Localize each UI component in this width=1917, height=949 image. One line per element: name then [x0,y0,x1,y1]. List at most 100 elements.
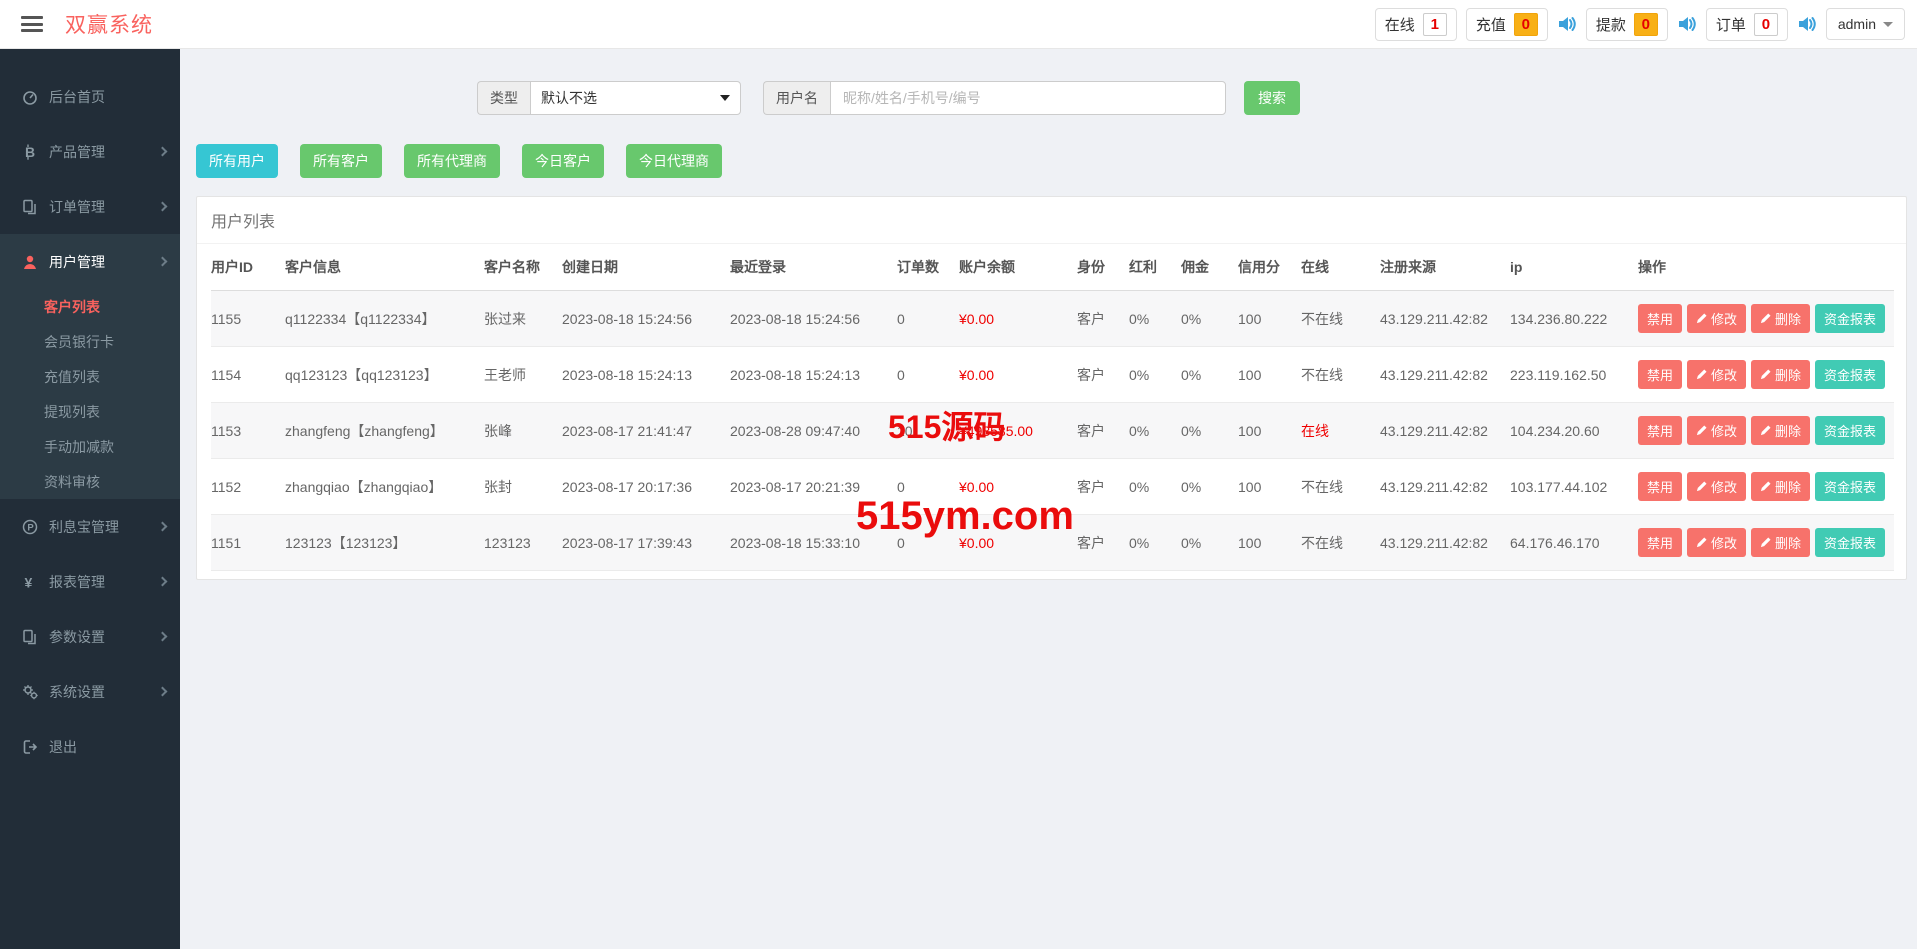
sidebar-subitem-recharge-list[interactable]: 充值列表 [0,359,180,394]
sidebar-subitem-customer-list[interactable]: 客户列表 [0,289,180,324]
sidebar-item-products[interactable]: B 产品管理 [0,124,180,179]
pencil-icon [1760,537,1771,548]
fund-report-button[interactable]: 资金报表 [1815,304,1885,333]
sidebar-item-reports[interactable]: ¥ 报表管理 [0,554,180,609]
order-speaker-icon[interactable] [1797,14,1817,34]
sidebar-subitem-member-bankcard[interactable]: 会员银行卡 [0,324,180,359]
cell-orders: 10 [897,403,959,459]
svg-text:B: B [25,144,35,160]
admin-menu-label: admin [1838,16,1876,32]
cell-last-login: 2023-08-28 09:47:40 [730,403,897,459]
fund-report-button[interactable]: 资金报表 [1815,360,1885,389]
svg-text:P: P [27,522,34,533]
disable-button[interactable]: 禁用 [1638,472,1682,501]
sidebar-item-interest[interactable]: P 利息宝管理 [0,499,180,554]
delete-button[interactable]: 删除 [1751,304,1810,333]
cell-commission: 0% [1181,403,1238,459]
delete-button[interactable]: 删除 [1751,416,1810,445]
cell-role: 客户 [1077,515,1129,571]
cell-ip: 223.119.162.50 [1510,347,1638,403]
today-agents-button[interactable]: 今日代理商 [626,144,722,178]
delete-button[interactable]: 删除 [1751,360,1810,389]
cell-user-id: 1151 [211,515,285,571]
pencil-icon [1696,313,1707,324]
cell-orders: 0 [897,291,959,347]
cell-ip: 103.177.44.102 [1510,459,1638,515]
disable-button[interactable]: 禁用 [1638,360,1682,389]
type-select-group: 类型 默认不选 [477,81,741,115]
cell-user-id: 1152 [211,459,285,515]
disable-button[interactable]: 禁用 [1638,416,1682,445]
recharge-stat[interactable]: 充值 0 [1466,8,1548,41]
search-button[interactable]: 搜索 [1244,81,1300,115]
cell-source: 43.129.211.42:82 [1380,403,1510,459]
all-users-button[interactable]: 所有用户 [196,144,278,178]
cell-ip: 134.236.80.222 [1510,291,1638,347]
cell-commission: 0% [1181,347,1238,403]
all-customers-button[interactable]: 所有客户 [300,144,382,178]
chevron-right-icon [158,202,168,212]
cell-customer-info: q1122334【q1122334】 [285,291,484,347]
menu-icon[interactable] [21,16,43,32]
sidebar-item-dashboard[interactable]: 后台首页 [0,69,180,124]
pencil-icon [1696,369,1707,380]
edit-button[interactable]: 修改 [1687,528,1746,557]
col-online: 在线 [1301,244,1380,291]
sidebar-item-users[interactable]: 用户管理 [0,234,180,289]
edit-button[interactable]: 修改 [1687,304,1746,333]
cell-user-id: 1153 [211,403,285,459]
cell-customer-name: 张过来 [484,291,562,347]
cell-customer-info: zhangfeng【zhangfeng】 [285,403,484,459]
all-agents-button[interactable]: 所有代理商 [404,144,500,178]
quick-filter-buttons: 所有用户 所有客户 所有代理商 今日客户 今日代理商 [196,144,722,178]
online-stat[interactable]: 在线 1 [1375,8,1457,41]
sidebar-subitem-data-review[interactable]: 资料审核 [0,464,180,499]
cell-online: 不在线 [1301,347,1380,403]
withdraw-stat[interactable]: 提款 0 [1586,8,1668,41]
table-row: 1152 zhangqiao【zhangqiao】 张封 2023-08-17 … [211,459,1894,515]
cell-role: 客户 [1077,459,1129,515]
chevron-right-icon [158,257,168,267]
sidebar: 后台首页 B 产品管理 订单管理 用户管理 客户列表 会员银行卡 充值列表 提现… [0,49,180,949]
fund-report-button[interactable]: 资金报表 [1815,472,1885,501]
edit-button[interactable]: 修改 [1687,472,1746,501]
username-label: 用户名 [763,81,830,115]
withdraw-speaker-icon[interactable] [1677,14,1697,34]
disable-button[interactable]: 禁用 [1638,528,1682,557]
col-last-login: 最近登录 [730,244,897,291]
edit-button[interactable]: 修改 [1687,416,1746,445]
pencil-icon [1760,313,1771,324]
pencil-icon [1696,425,1707,436]
sidebar-subitem-manual-adjust[interactable]: 手动加减款 [0,429,180,464]
recharge-speaker-icon[interactable] [1557,14,1577,34]
col-credit: 信用分 [1238,244,1301,291]
cell-created: 2023-08-17 21:41:47 [562,403,730,459]
order-stat[interactable]: 订单 0 [1706,8,1788,41]
sidebar-item-logout[interactable]: 退出 [0,719,180,774]
col-balance: 账户余额 [959,244,1077,291]
sidebar-item-system[interactable]: 系统设置 [0,664,180,719]
pencil-icon [1696,537,1707,548]
sidebar-item-orders[interactable]: 订单管理 [0,179,180,234]
type-select[interactable]: 默认不选 [530,81,741,115]
cell-bonus: 0% [1129,459,1181,515]
sidebar-subitem-withdraw-list[interactable]: 提现列表 [0,394,180,429]
admin-menu[interactable]: admin [1826,8,1905,40]
sidebar-item-params[interactable]: 参数设置 [0,609,180,664]
cell-created: 2023-08-17 20:17:36 [562,459,730,515]
cell-commission: 0% [1181,459,1238,515]
edit-button[interactable]: 修改 [1687,360,1746,389]
fund-report-button[interactable]: 资金报表 [1815,528,1885,557]
recharge-stat-value: 0 [1514,13,1538,36]
username-input[interactable] [830,81,1226,115]
delete-button[interactable]: 删除 [1751,528,1810,557]
cell-online: 在线 [1301,403,1380,459]
chevron-down-icon [1883,22,1893,27]
panel-title: 用户列表 [197,197,1906,244]
gears-icon [22,684,38,700]
sidebar-item-label: 产品管理 [49,142,105,162]
fund-report-button[interactable]: 资金报表 [1815,416,1885,445]
disable-button[interactable]: 禁用 [1638,304,1682,333]
today-customers-button[interactable]: 今日客户 [522,144,604,178]
delete-button[interactable]: 删除 [1751,472,1810,501]
